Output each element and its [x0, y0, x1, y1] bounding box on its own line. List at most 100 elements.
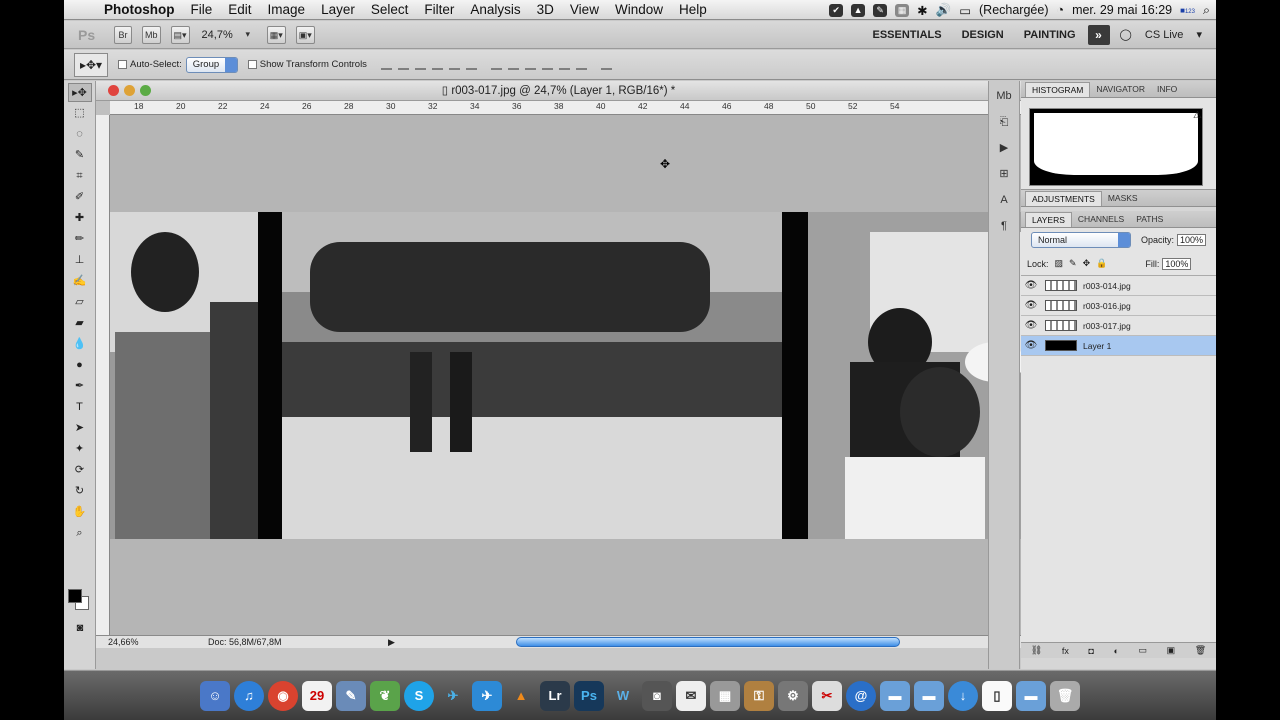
bluetooth-icon[interactable]: ✱ — [917, 3, 927, 18]
menu-app-name[interactable]: Photoshop — [100, 2, 183, 17]
lock-all-icon[interactable]: 🔒 — [1096, 258, 1107, 269]
visibility-eye-icon[interactable]: 👁 — [1021, 340, 1041, 351]
arrange-documents-button[interactable]: ▦▾ — [266, 25, 286, 44]
menu-select[interactable]: Select — [363, 2, 417, 17]
tab-info[interactable]: INFO — [1151, 82, 1183, 97]
tab-masks[interactable]: MASKS — [1102, 191, 1144, 206]
spotlight-icon[interactable]: ⌕ — [1203, 3, 1210, 18]
delete-layer-icon[interactable]: 🗑 — [1195, 645, 1206, 656]
status-zoom[interactable]: 24,66% — [108, 636, 139, 648]
bridge-button[interactable]: Br — [114, 25, 132, 44]
mail-icon[interactable]: @ — [846, 680, 876, 711]
auto-select-dropdown[interactable]: Group — [185, 56, 238, 73]
menu-analysis[interactable]: Analysis — [462, 2, 528, 17]
menu-window[interactable]: Window — [607, 2, 671, 17]
preview-icon[interactable]: ✎ — [336, 680, 366, 711]
3d-rotate-tool-icon[interactable]: ⟳ — [68, 461, 92, 480]
layer-row[interactable]: 👁 r003-016.jpg — [1021, 296, 1216, 316]
distribute-right-icon[interactable] — [575, 59, 587, 70]
clock[interactable]: mer. 29 mai 16:29 — [1072, 3, 1172, 17]
zoom-tool-icon[interactable]: ⌕ — [68, 524, 92, 543]
add-mask-icon[interactable]: ◘ — [1088, 646, 1093, 656]
zoom-level[interactable]: 24,7% — [202, 29, 233, 41]
auto-select-checkbox[interactable] — [118, 60, 127, 69]
shape-tool-icon[interactable]: ✦ — [68, 440, 92, 459]
keychain-icon[interactable]: ⚿ — [744, 680, 774, 711]
flag-icon[interactable]: ■123 — [1180, 6, 1195, 15]
photo-composite[interactable] — [110, 212, 1025, 539]
layer-row-selected[interactable]: 👁 Layer 1 — [1021, 336, 1216, 356]
lock-transparent-icon[interactable]: ▨ — [1055, 258, 1064, 269]
actions-panel-icon[interactable]: ▶ — [994, 139, 1014, 157]
marquee-tool-icon[interactable]: ⬚ — [68, 104, 92, 123]
horizontal-scrollbar[interactable] — [516, 637, 900, 647]
minimize-window-icon[interactable] — [124, 85, 135, 96]
camera-icon[interactable]: ◙ — [642, 680, 672, 711]
pen-tool-icon[interactable]: ✒ — [68, 377, 92, 396]
menu-layer[interactable]: Layer — [313, 2, 363, 17]
history-panel-icon[interactable]: ⎗ — [994, 113, 1014, 131]
ical-icon[interactable]: 29 — [302, 680, 332, 711]
blur-tool-icon[interactable]: 💧 — [68, 335, 92, 354]
history-brush-icon[interactable]: ✍ — [68, 272, 92, 291]
workspace-painting[interactable]: PAINTING — [1014, 29, 1086, 41]
wunderlist-icon[interactable]: W — [608, 681, 638, 711]
move-tool-icon[interactable]: ▸✥ — [67, 83, 92, 102]
move-tool-preset[interactable]: ▸✥▾ — [74, 52, 108, 77]
document-icon[interactable]: ▯ — [982, 680, 1012, 711]
photoshop-icon[interactable]: Ps — [574, 680, 604, 711]
paragraph-panel-icon[interactable]: ¶ — [994, 217, 1014, 235]
crop-tool-icon[interactable]: ⌗ — [68, 167, 92, 186]
quick-mask-icon[interactable]: ◙ — [68, 619, 92, 638]
check-icon[interactable]: ✔ — [829, 3, 844, 17]
path-select-tool-icon[interactable]: ➤ — [68, 419, 92, 438]
eraser-tool-icon[interactable]: ▱ — [68, 293, 92, 312]
fill-input[interactable]: 100% — [1162, 257, 1192, 270]
workspace-essentials[interactable]: ESSENTIALS — [863, 29, 952, 41]
trash-icon[interactable]: 🗑 — [1050, 680, 1080, 711]
clone-source-panel-icon[interactable]: ⊞ — [994, 165, 1014, 183]
lightroom-icon[interactable]: Lr — [540, 680, 570, 711]
stamp-tool-icon[interactable]: ⊥ — [68, 251, 92, 270]
new-layer-icon[interactable]: ▣ — [1167, 645, 1176, 656]
evernote-icon[interactable]: ❦ — [370, 680, 400, 711]
zoom-dropdown-icon[interactable]: ▾ — [239, 26, 257, 44]
tab-channels[interactable]: CHANNELS — [1072, 212, 1130, 227]
type-tool-icon[interactable]: T — [68, 398, 92, 417]
align-vcenter-icon[interactable] — [397, 59, 409, 70]
distribute-vcenter-icon[interactable] — [507, 59, 519, 70]
new-group-icon[interactable]: ▭ — [1139, 645, 1148, 656]
workspace-design[interactable]: DESIGN — [952, 29, 1014, 41]
layer-style-icon[interactable]: fx — [1062, 646, 1069, 656]
drive-icon[interactable]: ▲ — [851, 3, 866, 17]
lock-pixels-icon[interactable]: ✎ — [1069, 258, 1077, 269]
brush-tool-icon[interactable]: ✏ — [68, 230, 92, 249]
cs-live-button[interactable]: ◯ CS Live ▾ — [1120, 28, 1202, 41]
auto-align-icon[interactable] — [600, 59, 612, 70]
align-bottom-icon[interactable] — [414, 59, 426, 70]
link-layers-icon[interactable]: ⛓ — [1031, 645, 1042, 656]
volume-icon[interactable]: 🔊 — [936, 3, 952, 18]
zoom-window-icon[interactable] — [140, 85, 151, 96]
activity-icon[interactable]: ▦ — [710, 680, 740, 711]
skype-icon[interactable]: S — [404, 680, 434, 711]
eyedropper-tool-icon[interactable]: ✐ — [68, 188, 92, 207]
lock-position-icon[interactable]: ✥ — [1083, 258, 1091, 269]
align-right-icon[interactable] — [465, 59, 477, 70]
mini-bridge-button[interactable]: Mb — [142, 25, 161, 44]
distribute-hcenter-icon[interactable] — [558, 59, 570, 70]
evernote-tray-icon[interactable]: ✎ — [873, 3, 888, 17]
vlc-icon[interactable]: ▲ — [506, 681, 536, 711]
distribute-bottom-icon[interactable] — [524, 59, 536, 70]
character-panel-icon[interactable]: A — [994, 191, 1014, 209]
gradient-tool-icon[interactable]: ▰ — [68, 314, 92, 333]
status-doc-size[interactable]: Doc: 56,8M/67,8M — [208, 636, 282, 648]
warning-icon[interactable]: ⚠ — [1193, 110, 1202, 121]
menu-3d[interactable]: 3D — [529, 2, 562, 17]
hand-tool-icon[interactable]: ✋ — [68, 503, 92, 522]
tab-paths[interactable]: PATHS — [1130, 212, 1169, 227]
dodge-tool-icon[interactable]: ● — [68, 356, 92, 375]
automator-icon[interactable]: ✂ — [812, 680, 842, 711]
tweetbot-icon[interactable]: ✈ — [472, 680, 502, 711]
horizontal-ruler[interactable]: 18 20 22 24 26 28 30 32 34 36 38 40 42 4… — [110, 101, 1021, 115]
